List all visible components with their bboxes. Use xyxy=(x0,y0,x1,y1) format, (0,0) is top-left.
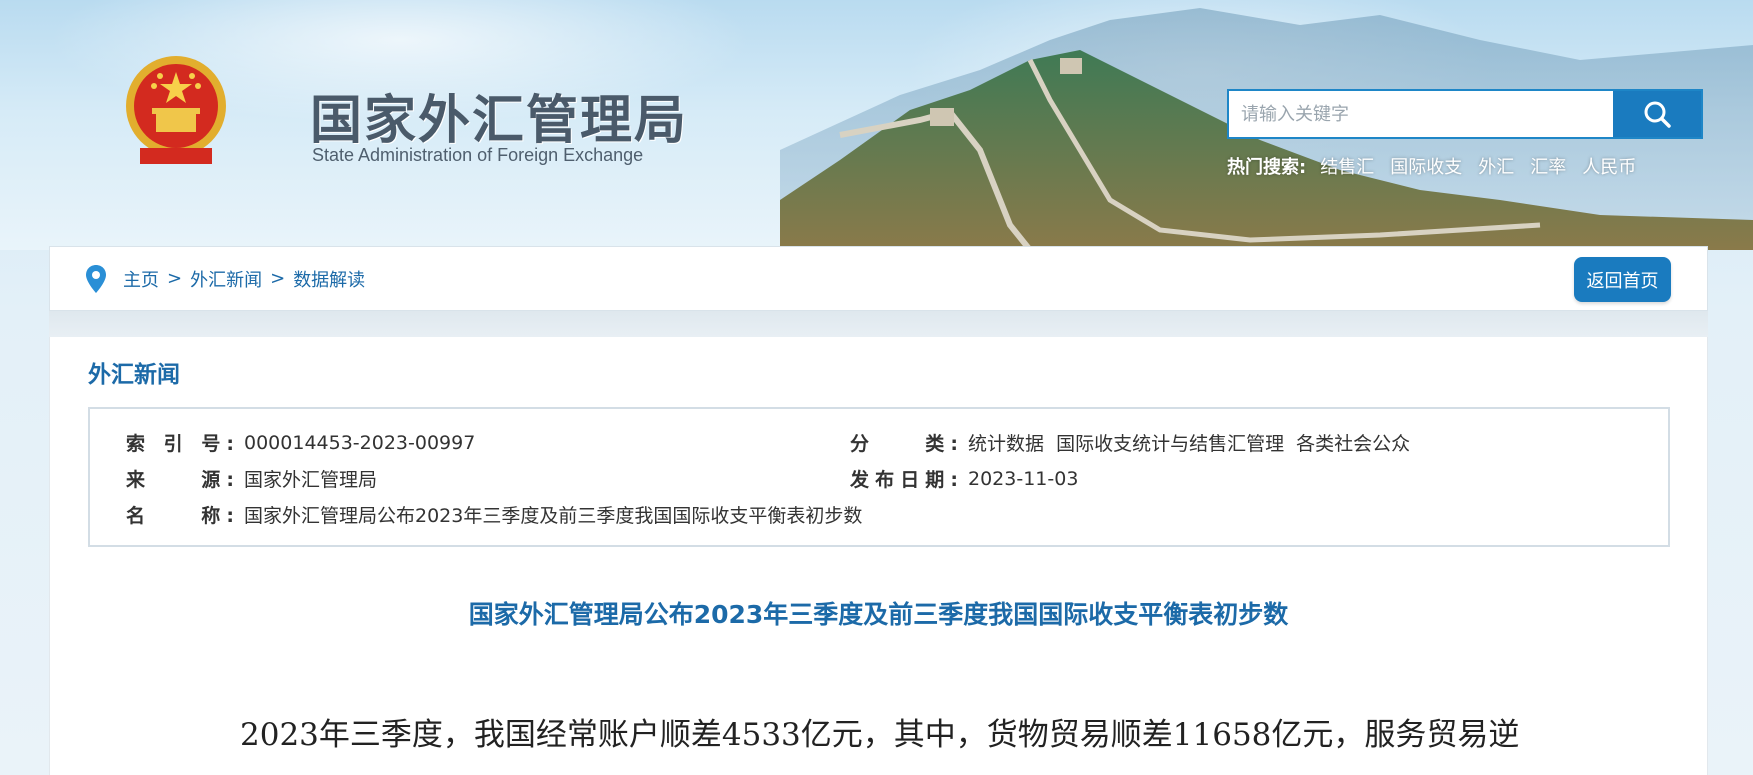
hot-search-label: 热门搜索: xyxy=(1227,157,1307,178)
meta-row-name: 名 称: 国家外汇管理局公布2023年三季度及前三季度我国国际收支平衡表初步数 xyxy=(126,501,862,528)
breadcrumb-separator: > xyxy=(270,268,286,289)
breadcrumb-forex-news[interactable]: 外汇新闻 xyxy=(190,266,262,292)
meta-label-source: 来 源: xyxy=(126,469,234,491)
meta-value-date: 2023-11-03 xyxy=(968,467,1079,490)
hot-search-item-waihui[interactable]: 外汇 xyxy=(1478,153,1514,179)
search-button[interactable] xyxy=(1613,91,1701,137)
back-home-button[interactable]: 返回首页 xyxy=(1574,257,1671,302)
breadcrumb-data-interpretation[interactable]: 数据解读 xyxy=(293,266,365,292)
main-content: 外汇新闻 索 引 号: 000014453-2023-00997 分 类: 统计… xyxy=(49,337,1708,775)
search-input[interactable] xyxy=(1229,91,1613,137)
search-icon xyxy=(1642,99,1672,129)
site-name-en: State Administration of Foreign Exchange xyxy=(312,145,644,165)
breadcrumb-home[interactable]: 主页 xyxy=(123,266,159,292)
meta-value-name: 国家外汇管理局公布2023年三季度及前三季度我国国际收支平衡表初步数 xyxy=(244,505,863,527)
meta-label-name: 名 称: xyxy=(126,505,234,527)
metadata-box: 索 引 号: 000014453-2023-00997 分 类: 统计数据 国际… xyxy=(88,407,1670,547)
meta-label-category: 分 类: xyxy=(850,433,958,455)
hot-search-item-jieshouhui[interactable]: 结售汇 xyxy=(1320,153,1374,179)
meta-value-index: 000014453-2023-00997 xyxy=(244,431,476,454)
hot-search-item-guojishouzhi[interactable]: 国际收支 xyxy=(1390,153,1462,179)
hot-search-item-huilv[interactable]: 汇率 xyxy=(1530,153,1566,179)
hot-search-item-renminbi[interactable]: 人民币 xyxy=(1582,153,1636,179)
meta-value-source: 国家外汇管理局 xyxy=(244,469,378,491)
search-box xyxy=(1227,89,1703,139)
meta-row-category: 分 类: 统计数据 国际收支统计与结售汇管理 各类社会公众 xyxy=(850,429,1410,456)
hot-search: 热门搜索: 结售汇 国际收支 外汇 汇率 人民币 xyxy=(1227,153,1652,179)
site-header: 国家外汇管理局 State Administration of Foreign … xyxy=(0,0,1753,250)
article-paragraph: 2023年三季度，我国经常账户顺差4533亿元，其中，货物贸易顺差11658亿元… xyxy=(240,717,1520,753)
section-title: 外汇新闻 xyxy=(88,362,180,388)
site-name-cn: 国家外汇管理局 xyxy=(310,90,689,151)
national-emblem-icon xyxy=(120,52,232,170)
article-title: 国家外汇管理局公布2023年三季度及前三季度我国国际收支平衡表初步数 xyxy=(468,600,1289,629)
breadcrumb: 主页 > 外汇新闻 > 数据解读 xyxy=(123,266,365,292)
meta-value-category: 统计数据 国际收支统计与结售汇管理 各类社会公众 xyxy=(968,433,1411,455)
location-pin-icon xyxy=(85,264,107,294)
meta-label-index: 索 引 号: xyxy=(126,433,234,455)
meta-label-date: 发布日期: xyxy=(850,469,958,491)
divider-band xyxy=(49,311,1708,337)
breadcrumb-separator: > xyxy=(167,268,183,289)
meta-row-date: 发布日期: 2023-11-03 xyxy=(850,465,1078,492)
breadcrumb-bar: 主页 > 外汇新闻 > 数据解读 返回首页 xyxy=(49,246,1708,311)
meta-row-source: 来 源: 国家外汇管理局 xyxy=(126,465,377,492)
meta-row-index: 索 引 号: 000014453-2023-00997 xyxy=(126,429,475,456)
